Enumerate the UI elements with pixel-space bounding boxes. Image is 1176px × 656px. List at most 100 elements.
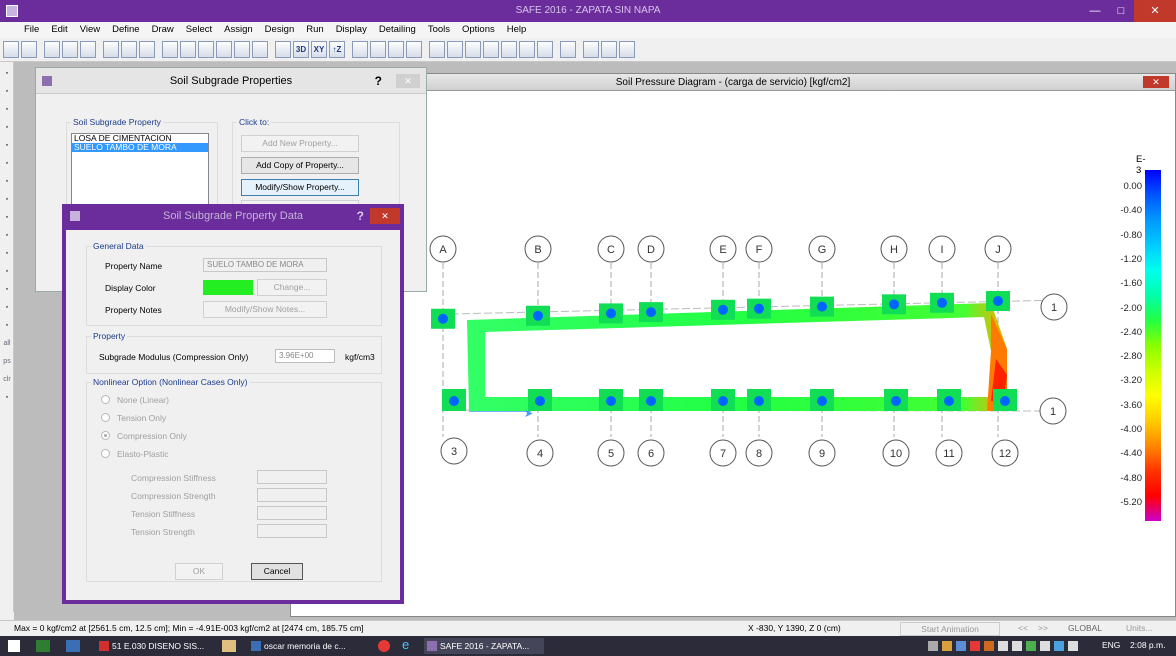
- menu-options[interactable]: Options: [456, 22, 501, 38]
- draw-beam-icon[interactable]: ▪: [1, 176, 13, 188]
- nonlinear-option-radio[interactable]: [101, 413, 110, 422]
- add-new-property-button[interactable]: Add New Property...: [241, 135, 359, 152]
- display-tables-icon[interactable]: [583, 41, 599, 58]
- new-file-icon[interactable]: [3, 41, 19, 58]
- menu-view[interactable]: View: [74, 22, 106, 38]
- prev-button[interactable]: <<: [1018, 621, 1028, 636]
- word-app-icon[interactable]: [66, 640, 80, 652]
- modify-notes-button[interactable]: Modify/Show Notes...: [203, 301, 327, 318]
- units-button[interactable]: Units...: [1126, 621, 1152, 636]
- menu-edit[interactable]: Edit: [45, 22, 73, 38]
- punching-check-icon[interactable]: [560, 41, 576, 58]
- diagram-close-icon[interactable]: ✕: [1143, 76, 1169, 88]
- tray-app-icon[interactable]: [942, 641, 952, 651]
- quick-draw-icon[interactable]: ▪: [1, 302, 13, 314]
- soil-property-list-item[interactable]: SUELO TAMBO DE MORA: [72, 143, 208, 152]
- menu-help[interactable]: Help: [501, 22, 533, 38]
- menu-draw[interactable]: Draw: [146, 22, 180, 38]
- clock[interactable]: 2:08 p.m.: [1130, 640, 1165, 650]
- elasto-plastic-param-field[interactable]: [257, 470, 327, 484]
- elasto-plastic-param-field[interactable]: [257, 506, 327, 520]
- taskbar-item-safe[interactable]: SAFE 2016 - ZAPATA...: [424, 638, 544, 654]
- menu-assign[interactable]: Assign: [218, 22, 259, 38]
- snap-dimension-icon[interactable]: ▪: [1, 320, 13, 332]
- zoom-in-icon[interactable]: [198, 41, 214, 58]
- pan-icon[interactable]: [275, 41, 291, 58]
- draw-design-strip-icon[interactable]: ▪: [1, 212, 13, 224]
- add-copy-property-button[interactable]: Add Copy of Property...: [241, 157, 359, 174]
- menu-file[interactable]: File: [18, 22, 45, 38]
- menu-run[interactable]: Run: [300, 22, 329, 38]
- draw-point-icon[interactable]: ▪: [1, 284, 13, 296]
- menu-tools[interactable]: Tools: [422, 22, 456, 38]
- minimize-icon[interactable]: —: [1082, 0, 1108, 22]
- start-animation-button[interactable]: Start Animation: [900, 622, 1000, 636]
- internet-explorer-icon[interactable]: e: [402, 637, 409, 652]
- xy-plan-icon[interactable]: XY: [311, 41, 327, 58]
- next-button[interactable]: >>: [1038, 621, 1048, 636]
- perspective-icon[interactable]: [370, 41, 386, 58]
- open-folder-icon[interactable]: [21, 41, 37, 58]
- draw-wall-icon[interactable]: ▪: [1, 266, 13, 278]
- draw-strip-icon[interactable]: ▪: [1, 194, 13, 206]
- menu-select[interactable]: Select: [180, 22, 218, 38]
- nonlinear-option-radio[interactable]: [101, 431, 110, 440]
- folder-icon[interactable]: [222, 640, 236, 652]
- clear-selection-icon[interactable]: clr: [1, 374, 13, 386]
- pointer-icon[interactable]: ▪: [1, 68, 13, 80]
- tray-app-icon-8[interactable]: [1040, 641, 1050, 651]
- zoom-window-icon[interactable]: [180, 41, 196, 58]
- zoom-previous-icon[interactable]: [252, 41, 268, 58]
- chrome-icon[interactable]: [378, 640, 390, 652]
- z-elevation-icon[interactable]: ↑Z: [329, 41, 345, 58]
- menu-detailing[interactable]: Detailing: [373, 22, 422, 38]
- tray-app-icon-2[interactable]: [956, 641, 966, 651]
- 3d-view-icon[interactable]: 3D: [293, 41, 309, 58]
- volume-icon[interactable]: [1068, 641, 1078, 651]
- menu-define[interactable]: Define: [106, 22, 145, 38]
- run-lock-icon[interactable]: [162, 41, 178, 58]
- elasto-plastic-param-field[interactable]: [257, 524, 327, 538]
- property-name-field[interactable]: SUELO TAMBO DE MORA: [203, 258, 327, 272]
- set-display-icon[interactable]: [388, 41, 404, 58]
- save-icon[interactable]: [44, 41, 60, 58]
- grid-icon[interactable]: [619, 41, 635, 58]
- draw-slab-icon[interactable]: ▪: [1, 104, 13, 116]
- soil-subgrade-property-data-dialog[interactable]: Soil Subgrade Property Data ? ✕ General …: [62, 204, 404, 604]
- dialog1-close-icon[interactable]: ✕: [396, 74, 420, 88]
- check-icon[interactable]: [406, 41, 422, 58]
- subgrade-modulus-field[interactable]: 3.96E+00: [275, 349, 335, 363]
- undo-icon[interactable]: [62, 41, 78, 58]
- maximize-icon[interactable]: □: [1108, 0, 1134, 22]
- refresh-window-icon[interactable]: [121, 41, 137, 58]
- select-previous-icon[interactable]: ps: [1, 356, 13, 368]
- elasto-plastic-param-field[interactable]: [257, 488, 327, 502]
- nonlinear-option-radio[interactable]: [101, 449, 110, 458]
- menu-display[interactable]: Display: [330, 22, 373, 38]
- deformed-shape-icon[interactable]: [447, 41, 463, 58]
- nonlinear-option-radio[interactable]: [101, 395, 110, 404]
- windows-start-icon[interactable]: [8, 640, 20, 652]
- pin-icon[interactable]: ▪: [1, 86, 13, 98]
- beam-design-icon[interactable]: [537, 41, 553, 58]
- run-icon[interactable]: [139, 41, 155, 58]
- menu-design[interactable]: Design: [259, 22, 301, 38]
- pencil-icon[interactable]: [103, 41, 119, 58]
- object-icon[interactable]: [429, 41, 445, 58]
- snap-icon[interactable]: [601, 41, 617, 58]
- draw-rect-icon[interactable]: ▪: [1, 140, 13, 152]
- strip-forces-icon[interactable]: [501, 41, 517, 58]
- tray-app-icon-7[interactable]: [1026, 641, 1036, 651]
- draw-tendon-icon[interactable]: ▪: [1, 230, 13, 242]
- close-icon[interactable]: ✕: [1134, 0, 1176, 22]
- tray-app-icon-9[interactable]: [1054, 641, 1064, 651]
- rotate-icon[interactable]: [352, 41, 368, 58]
- draw-column-icon[interactable]: ▪: [1, 158, 13, 170]
- help-icon[interactable]: ?: [375, 68, 382, 94]
- change-color-button[interactable]: Change...: [257, 279, 327, 296]
- redo-icon[interactable]: [80, 41, 96, 58]
- dialog2-close-icon[interactable]: ✕: [370, 208, 400, 224]
- zoom-extents-icon[interactable]: [234, 41, 250, 58]
- network-icon[interactable]: [928, 641, 938, 651]
- taskbar-item-pdf[interactable]: 51 E.030 DISENO SIS...: [96, 638, 212, 654]
